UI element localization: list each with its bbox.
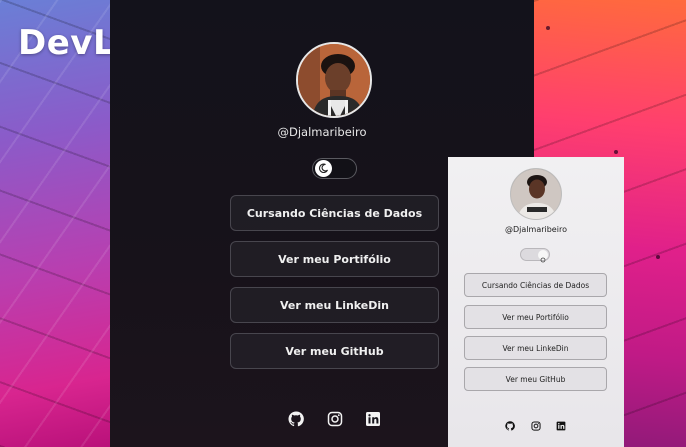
background-dot: [546, 26, 550, 30]
link-button-linkedin[interactable]: Ver meu LinkeDin: [230, 287, 439, 323]
moon-icon: [318, 163, 329, 174]
avatar: [296, 42, 372, 118]
link-button-data-science[interactable]: Cursando Ciências de Dados: [464, 273, 607, 297]
instagram-icon[interactable]: [531, 421, 541, 431]
toggle-knob: [538, 250, 548, 263]
linkedin-icon[interactable]: [365, 411, 381, 427]
background-dot: [656, 255, 660, 259]
avatar-portrait: [511, 169, 561, 219]
background-dot: [614, 150, 618, 154]
linkedin-icon[interactable]: [556, 421, 566, 431]
background-left-panel: [0, 0, 110, 447]
link-button-github[interactable]: Ver meu GitHub: [230, 333, 439, 369]
link-button-github[interactable]: Ver meu GitHub: [464, 367, 607, 391]
theme-toggle[interactable]: [312, 158, 357, 179]
link-button-portfolio[interactable]: Ver meu Portifólio: [464, 305, 607, 329]
username-handle: @Djalmaribeiro: [277, 125, 367, 139]
link-button-data-science[interactable]: Cursando Ciências de Dados: [230, 195, 439, 231]
link-button-portfolio[interactable]: Ver meu Portifólio: [230, 241, 439, 277]
sun-icon: [540, 257, 546, 263]
theme-toggle[interactable]: [520, 248, 550, 263]
avatar-portrait: [298, 44, 370, 116]
username-handle: @Djalmaribeiro: [505, 225, 567, 234]
instagram-icon[interactable]: [327, 411, 343, 427]
link-button-linkedin[interactable]: Ver meu LinkeDin: [464, 336, 607, 360]
github-icon[interactable]: [505, 421, 515, 431]
toggle-knob: [315, 160, 332, 177]
github-icon[interactable]: [288, 411, 304, 427]
light-theme-preview: @Djalmaribeiro Cursando Ciências de Dado…: [448, 157, 624, 447]
avatar: [510, 168, 562, 220]
